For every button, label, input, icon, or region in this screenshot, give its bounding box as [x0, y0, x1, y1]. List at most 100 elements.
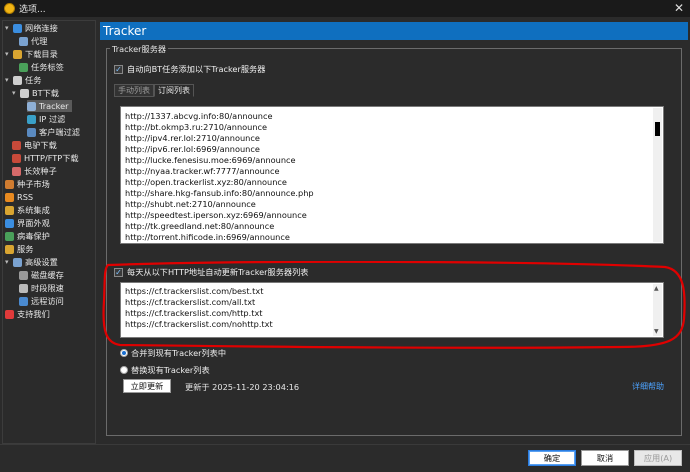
heart-icon [5, 309, 14, 319]
rss-icon [5, 192, 14, 202]
tree-item-label: 代理 [31, 36, 48, 46]
tab-manual-list[interactable]: 手动列表 [114, 84, 154, 97]
tracker-line: http://open.trackerlist.xyz:80/announce [125, 177, 287, 187]
tree-item-label: 种子市场 [17, 179, 50, 189]
tree-item-edonkey[interactable]: 电驴下载 [12, 139, 57, 151]
radio-unselected-icon [120, 366, 128, 374]
tree-item-label: Tracker [39, 101, 69, 111]
tree-item-proxy[interactable]: 代理 [19, 35, 47, 47]
tree-item-label: IP 过滤 [39, 114, 66, 124]
tree-item-label: RSS [17, 192, 34, 202]
tree-item-label: 支持我们 [17, 309, 50, 319]
tree-item-label: HTTP/FTP下载 [24, 153, 79, 163]
service-icon [5, 244, 14, 254]
tree-item-label: 任务 [25, 75, 42, 85]
app-icon [4, 3, 15, 14]
tree-item-disk-cache[interactable]: 磁盘缓存 [19, 269, 64, 281]
replace-radio[interactable]: 替换现有Tracker列表 [120, 364, 210, 376]
tree-item-folder[interactable]: ▾ 下载目录 [5, 48, 58, 60]
tree-item-label: 长效种子 [24, 166, 57, 176]
tree-item-label: 电驴下载 [24, 140, 57, 150]
expand-toggle-icon[interactable]: ▾ [5, 24, 12, 32]
tracker-line: http://1337.abcvg.info:80/announce [125, 111, 273, 121]
tracker-line: http://tk.greedland.net:80/announce [125, 221, 275, 231]
apply-button[interactable]: 应用(A) [634, 450, 682, 466]
virus-shield-icon [5, 231, 14, 241]
advanced-icon [13, 257, 22, 267]
tree-item-client-filter[interactable]: 客户端过滤 [27, 126, 80, 138]
tree-item-appearance[interactable]: 界面外观 [5, 217, 50, 229]
cancel-button[interactable]: 取消 [581, 450, 629, 466]
tree-item-network[interactable]: ▾ 网络连接 [5, 22, 58, 34]
tracker-line: http://torrent.hificode.in:6969/announce [125, 232, 290, 242]
close-icon[interactable]: ✕ [674, 1, 684, 15]
tree-item-label: 高级设置 [25, 257, 58, 267]
expand-toggle-icon[interactable]: ▾ [5, 258, 12, 266]
tree-item-label: 远程访问 [31, 296, 64, 306]
expand-toggle-icon[interactable]: ▾ [12, 89, 19, 97]
window-title: 选项... [19, 5, 46, 15]
tree-item-label: 服务 [17, 244, 34, 254]
tree-item-ip-filter[interactable]: IP 过滤 [27, 113, 65, 125]
title-bar: 选项... ✕ [0, 0, 690, 17]
tree-item-virus-shield[interactable]: 病毒保护 [5, 230, 50, 242]
market-icon [5, 179, 14, 189]
expand-toggle-icon[interactable]: ▾ [5, 50, 12, 58]
tracker-list-scrollbar[interactable] [653, 108, 662, 242]
tree-item-bt[interactable]: ▾ BT下载 [12, 87, 59, 99]
seed-icon [12, 166, 21, 176]
tree-item-label: 网络连接 [25, 23, 58, 33]
tracker-line: http://speedtest.iperson.xyz:6969/announ… [125, 210, 307, 220]
task-icon [13, 75, 22, 85]
tracker-line: http://bt.okmp3.ru:2710/announce [125, 122, 268, 132]
tracker-line: http://share.hkg-fansub.info:80/announce… [125, 188, 314, 198]
tree-item-seed[interactable]: 长效种子 [12, 165, 57, 177]
tree-item-label: 系统集成 [17, 205, 50, 215]
tree-item-heart[interactable]: 支持我们 [5, 308, 50, 320]
folder-icon [13, 49, 22, 59]
tree-item-label: 病毒保护 [17, 231, 50, 241]
tree-item-label: 时段限速 [31, 283, 64, 293]
tree-item-http[interactable]: HTTP/FTP下载 [12, 152, 79, 164]
tracker-list[interactable]: http://1337.abcvg.info:80/announce http:… [120, 106, 664, 244]
appearance-icon [5, 218, 14, 228]
tree-item-rss[interactable]: RSS [5, 191, 33, 203]
tree-item-label: 磁盘缓存 [31, 270, 64, 280]
update-now-button[interactable]: 立即更新 [123, 379, 171, 393]
tree-item-remote[interactable]: 远程访问 [19, 295, 64, 307]
tree-item-advanced[interactable]: ▾ 高级设置 [5, 256, 58, 268]
expand-toggle-icon[interactable]: ▾ [5, 76, 12, 84]
tree-item-task[interactable]: ▾ 任务 [5, 74, 41, 86]
tracker-line: http://ipv6.rer.lol:6969/announce [125, 144, 260, 154]
tree-item-label: 任务标签 [31, 62, 64, 72]
auto-add-label: 自动向BT任务添加以下Tracker服务器 [127, 64, 266, 74]
tracker-icon [27, 101, 36, 111]
tree-item-label: 界面外观 [17, 218, 50, 228]
tab-subscription-list[interactable]: 订阅列表 [154, 84, 194, 97]
replace-label: 替换现有Tracker列表 [131, 365, 210, 375]
scroll-thumb[interactable] [655, 122, 660, 136]
auto-add-checkbox[interactable]: ✓ 自动向BT任务添加以下Tracker服务器 [114, 63, 265, 75]
tree-item-label: BT下载 [32, 88, 59, 98]
settings-tree: ▾ 网络连接代理 ▾ 下载目录任务标签 ▾ 任务 ▾ BT下载 Tracker IP 过滤客户端过… [2, 20, 96, 444]
tree-item-market[interactable]: 种子市场 [5, 178, 50, 190]
tree-item-schedule[interactable]: 时段限速 [19, 282, 64, 294]
tree-item-tracker[interactable]: Tracker [27, 100, 72, 112]
tree-item-integration[interactable]: 系统集成 [5, 204, 50, 216]
checkbox-checked-icon: ✓ [114, 64, 123, 74]
ok-button[interactable]: 确定 [528, 450, 576, 466]
help-link[interactable]: 详细帮助 [632, 381, 664, 392]
merge-radio[interactable]: 合并到现有Tracker列表中 [120, 347, 226, 359]
last-updated-text: 更新于 2025-11-20 23:04:16 [185, 382, 300, 392]
merge-label: 合并到现有Tracker列表中 [131, 348, 227, 358]
ip-filter-icon [27, 114, 36, 124]
http-icon [12, 153, 21, 163]
page-title: Tracker [100, 22, 688, 40]
tree-item-tag[interactable]: 任务标签 [19, 61, 64, 73]
client-filter-icon [27, 127, 36, 137]
tracker-line: http://lucke.fenesisu.moe:6969/announce [125, 155, 296, 165]
tree-item-label: 客户端过滤 [39, 127, 80, 137]
group-label: Tracker服务器 [110, 43, 169, 55]
tree-item-service[interactable]: 服务 [5, 243, 33, 255]
tracker-line: http://ipv4.rer.lol:2710/announce [125, 133, 260, 143]
